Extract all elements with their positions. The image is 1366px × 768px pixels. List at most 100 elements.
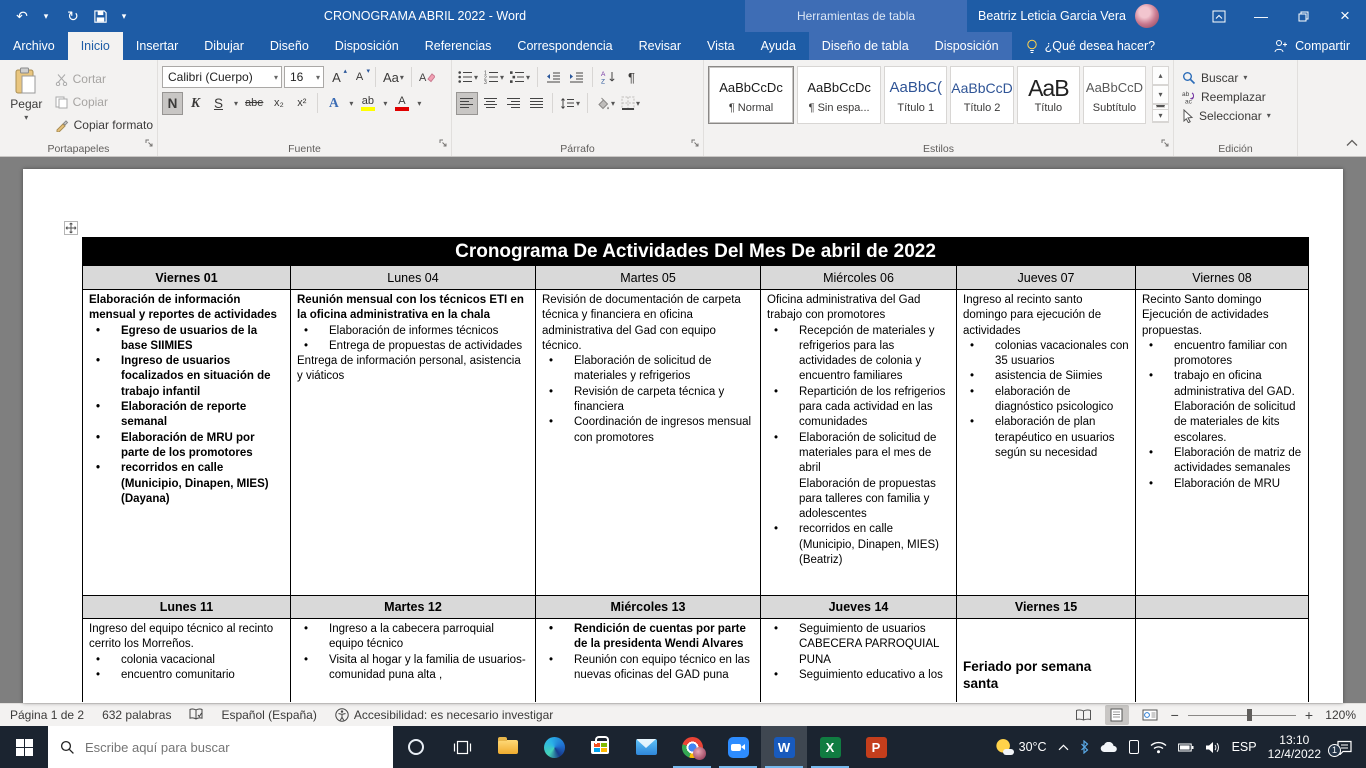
numbering-button[interactable]: 123▾ bbox=[482, 66, 506, 88]
zoom-slider-handle[interactable] bbox=[1247, 709, 1252, 721]
avatar[interactable] bbox=[1135, 4, 1159, 28]
battery-button[interactable] bbox=[1178, 743, 1194, 752]
table-title-banner[interactable]: Cronograma De Actividades Del Mes De abr… bbox=[82, 237, 1309, 266]
style-titulo-1[interactable]: AaBbC( Título 1 bbox=[884, 66, 947, 124]
weather-widget[interactable]: 30°C bbox=[996, 739, 1047, 756]
header-martes-05[interactable]: Martes 05 bbox=[536, 266, 761, 290]
align-center-button[interactable] bbox=[480, 92, 501, 115]
strikethrough-button[interactable]: abe bbox=[242, 92, 266, 115]
keyboard-language[interactable]: ESP bbox=[1232, 740, 1257, 754]
volume-button[interactable] bbox=[1205, 741, 1221, 754]
header-miercoles-13[interactable]: Miércoles 13 bbox=[536, 596, 761, 619]
paste-dropdown-icon[interactable]: ▾ bbox=[24, 113, 28, 122]
mail-button[interactable] bbox=[623, 726, 669, 768]
proofing-icon[interactable] bbox=[189, 708, 203, 723]
bluetooth-button[interactable] bbox=[1080, 740, 1089, 754]
show-hidden-icons-button[interactable] bbox=[1058, 744, 1069, 751]
tab-diseno[interactable]: Diseño bbox=[257, 32, 322, 60]
collapse-ribbon-icon[interactable] bbox=[1346, 134, 1358, 152]
header-miercoles-06[interactable]: Miércoles 06 bbox=[761, 266, 957, 290]
underline-button[interactable]: S bbox=[208, 92, 229, 115]
line-spacing-button[interactable]: ▾ bbox=[558, 92, 582, 114]
network-button[interactable] bbox=[1150, 741, 1167, 754]
grow-font-button[interactable]: A▴ bbox=[326, 66, 347, 88]
table-cell[interactable]: Revisión de documentación de carpeta téc… bbox=[536, 290, 761, 596]
tab-dibujar[interactable]: Dibujar bbox=[191, 32, 257, 60]
styles-scroll-up-icon[interactable]: ▴ bbox=[1152, 66, 1169, 85]
superscript-button[interactable]: x² bbox=[291, 92, 312, 115]
web-layout-button[interactable] bbox=[1138, 705, 1162, 725]
edge-button[interactable] bbox=[531, 726, 577, 768]
header-viernes-15[interactable]: Viernes 15 bbox=[957, 596, 1136, 619]
table-cell[interactable]: Feriado por semana santa bbox=[957, 619, 1136, 702]
clipboard-dialog-launcher-icon[interactable] bbox=[145, 135, 154, 153]
highlight-button[interactable]: ab bbox=[357, 92, 378, 115]
sort-button[interactable]: AZ bbox=[598, 66, 619, 88]
header-lunes-04[interactable]: Lunes 04 bbox=[291, 266, 536, 290]
justify-button[interactable] bbox=[526, 92, 547, 115]
table-cell[interactable]: Oficina administrativa del Gad trabajo c… bbox=[761, 290, 957, 596]
table-cell[interactable]: Rendición de cuentas por parte de la pre… bbox=[536, 619, 761, 702]
style-sin-espaciado[interactable]: AaBbCcDc ¶ Sin espa... bbox=[797, 66, 881, 124]
microsoft-store-button[interactable] bbox=[577, 726, 623, 768]
tab-ayuda[interactable]: Ayuda bbox=[748, 32, 809, 60]
your-phone-button[interactable] bbox=[1129, 740, 1139, 754]
document-page[interactable]: Cronograma De Actividades Del Mes De abr… bbox=[23, 169, 1343, 703]
onedrive-button[interactable] bbox=[1100, 742, 1118, 753]
tab-insertar[interactable]: Insertar bbox=[123, 32, 191, 60]
tab-disposicion[interactable]: Disposición bbox=[322, 32, 412, 60]
font-color-button[interactable]: A bbox=[391, 92, 412, 115]
action-center-button[interactable]: 1 bbox=[1332, 740, 1356, 755]
tab-vista[interactable]: Vista bbox=[694, 32, 748, 60]
paste-button[interactable]: Pegar ▾ bbox=[4, 64, 49, 139]
select-button[interactable]: Seleccionar ▾ bbox=[1182, 106, 1293, 125]
subscript-button[interactable]: x₂ bbox=[268, 92, 289, 115]
increase-indent-button[interactable] bbox=[566, 66, 587, 88]
align-right-button[interactable] bbox=[503, 92, 524, 115]
style-titulo[interactable]: AaB Título bbox=[1017, 66, 1080, 124]
header-empty[interactable] bbox=[1136, 596, 1309, 619]
header-viernes-01[interactable]: Viernes 01 bbox=[83, 266, 291, 290]
font-color-dropdown-icon[interactable]: ▾ bbox=[414, 92, 423, 114]
save-icon[interactable] bbox=[88, 3, 112, 29]
paragraph-dialog-launcher-icon[interactable] bbox=[691, 135, 700, 153]
table-cell[interactable]: Elaboración de información mensual y rep… bbox=[83, 290, 291, 596]
print-layout-button[interactable] bbox=[1105, 705, 1129, 725]
powerpoint-button[interactable]: P bbox=[853, 726, 899, 768]
borders-button[interactable]: ▾ bbox=[619, 92, 642, 114]
find-button[interactable]: Buscar ▾ bbox=[1182, 68, 1293, 87]
zoom-out-button[interactable]: − bbox=[1171, 707, 1179, 723]
bullets-button[interactable]: ▾ bbox=[456, 66, 480, 88]
tab-referencias[interactable]: Referencias bbox=[412, 32, 505, 60]
zoom-in-button[interactable]: + bbox=[1305, 707, 1313, 723]
shrink-font-button[interactable]: A▾ bbox=[349, 66, 370, 88]
accessibility-status[interactable]: Accesibilidad: es necesario investigar bbox=[335, 708, 553, 722]
tab-disposicion-tabla[interactable]: Disposición bbox=[922, 32, 1012, 60]
underline-dropdown-icon[interactable]: ▾ bbox=[231, 92, 240, 114]
table-cell[interactable]: Reunión mensual con los técnicos ETI en … bbox=[291, 290, 536, 596]
file-explorer-button[interactable] bbox=[485, 726, 531, 768]
redo-icon[interactable]: ↻ bbox=[61, 3, 85, 29]
change-case-button[interactable]: Aa▾ bbox=[381, 66, 406, 88]
tab-revisar[interactable]: Revisar bbox=[626, 32, 694, 60]
style-subtitulo[interactable]: AaBbCcD Subtítulo bbox=[1083, 66, 1146, 124]
cut-button[interactable]: Cortar bbox=[55, 70, 153, 88]
task-view-button[interactable] bbox=[439, 726, 485, 768]
font-size-combobox[interactable]: 16 ▾ bbox=[284, 66, 324, 88]
header-martes-12[interactable]: Martes 12 bbox=[291, 596, 536, 619]
excel-button[interactable]: X bbox=[807, 726, 853, 768]
word-button[interactable]: W bbox=[761, 726, 807, 768]
table-cell[interactable]: Ingreso al recinto santo domingo para ej… bbox=[957, 290, 1136, 596]
decrease-indent-button[interactable] bbox=[543, 66, 564, 88]
taskbar-search[interactable] bbox=[48, 726, 393, 768]
header-lunes-11[interactable]: Lunes 11 bbox=[83, 596, 291, 619]
account-area[interactable]: Beatriz Leticia Garcia Vera bbox=[978, 4, 1159, 28]
read-mode-button[interactable] bbox=[1072, 705, 1096, 725]
text-effects-dropdown-icon[interactable]: ▾ bbox=[346, 92, 355, 114]
table-cell[interactable]: Seguimiento de usuarios CABECERA PARROQU… bbox=[761, 619, 957, 702]
close-button[interactable]: × bbox=[1324, 0, 1366, 32]
header-jueves-07[interactable]: Jueves 07 bbox=[957, 266, 1136, 290]
taskbar-clock[interactable]: 13:10 12/4/2022 bbox=[1268, 733, 1321, 761]
replace-button[interactable]: abac Reemplazar bbox=[1182, 87, 1293, 106]
restore-button[interactable] bbox=[1282, 0, 1324, 32]
